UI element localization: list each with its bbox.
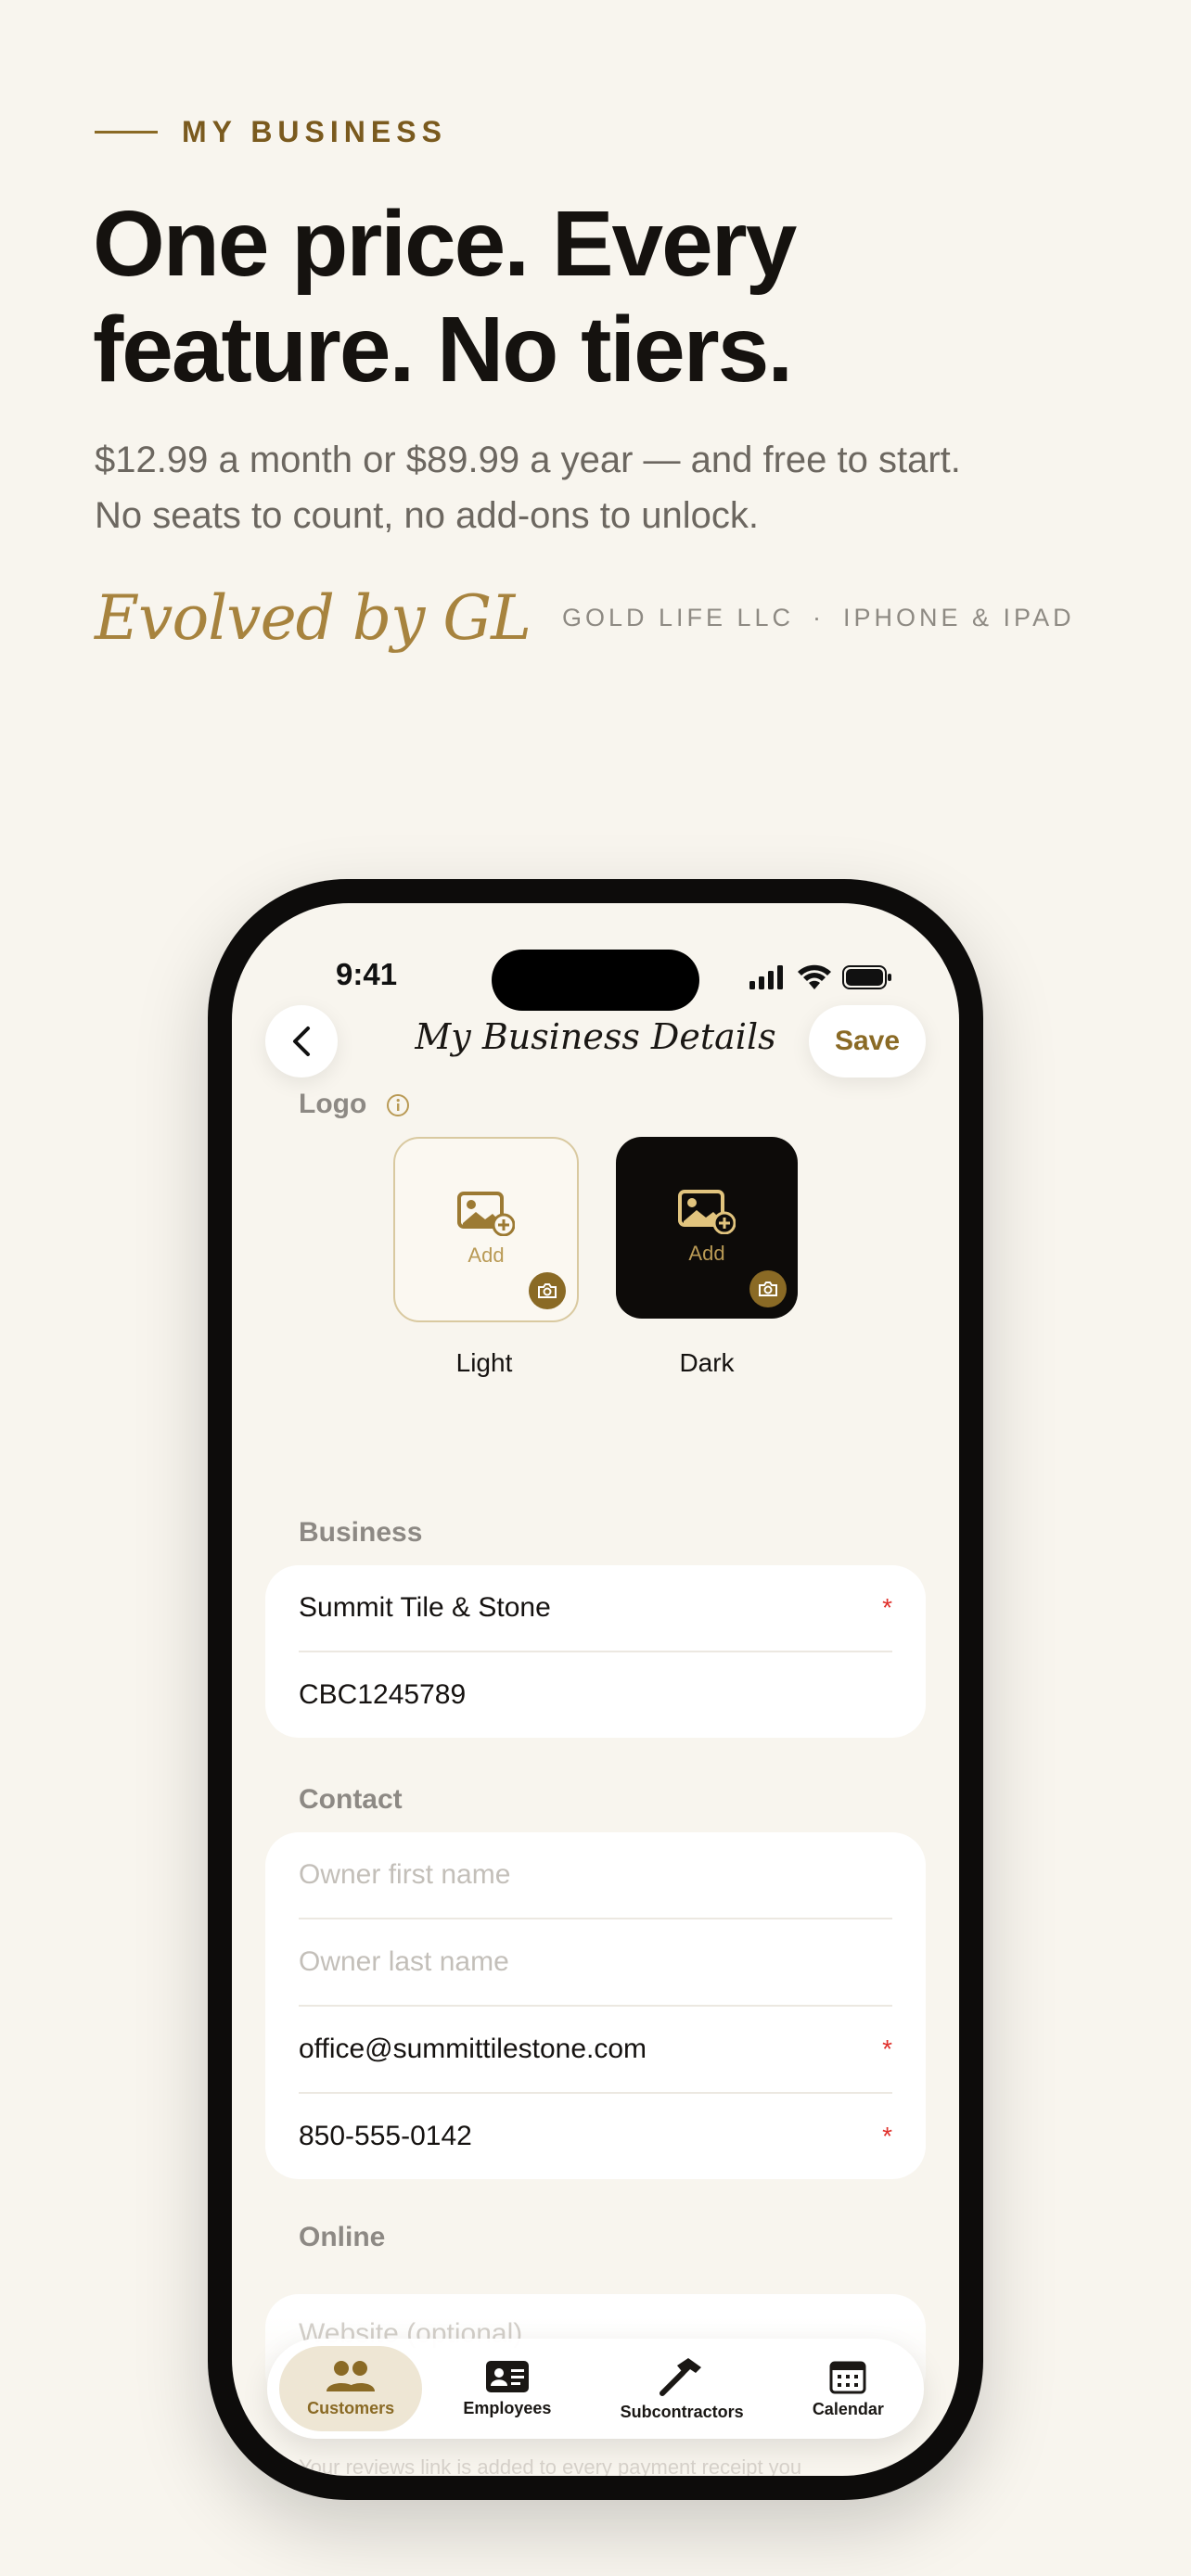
owner-last-name-placeholder: Owner last name	[299, 1946, 509, 1977]
license-number-field[interactable]: CBC1245789	[299, 1652, 892, 1738]
id-card-icon	[485, 2360, 529, 2392]
eyebrow: MY BUSINESS	[95, 115, 447, 149]
headline-line-1: One price. Every	[93, 192, 797, 296]
required-mark: *	[882, 2122, 892, 2150]
subheadline: $12.99 a month or $89.99 a year — and fr…	[95, 432, 1161, 543]
tab-label: Customers	[307, 2398, 395, 2417]
required-mark: *	[882, 1593, 892, 1622]
light-add-label: Add	[467, 1243, 505, 1267]
business-card: Summit Tile & Stone * CBC1245789	[265, 1565, 926, 1738]
phone-field[interactable]: 850-555-0142 *	[299, 2094, 892, 2179]
contact-card: Owner first name Owner last name office@…	[265, 1832, 926, 2179]
business-section-label: Business	[299, 1517, 423, 1548]
tab-label: Subcontractors	[620, 2402, 744, 2421]
eyebrow-rule	[95, 131, 158, 134]
subheadline-line-2: No seats to count, no add-ons to unlock.	[95, 495, 759, 536]
brand-meta: GOLD LIFE LLC · IPHONE & IPAD	[562, 604, 1075, 632]
add-image-icon	[457, 1192, 515, 1236]
tab-customers[interactable]: Customers	[279, 2346, 423, 2431]
status-time: 9:41	[336, 957, 398, 991]
add-image-icon	[678, 1190, 736, 1234]
online-section-label: Online	[299, 2222, 386, 2252]
brand-row: Evolved by GL GOLD LIFE LLC · IPHONE & IPA…	[95, 582, 1075, 654]
save-button[interactable]: Save	[809, 1005, 926, 1078]
light-logo-upload[interactable]: Add	[393, 1137, 579, 1322]
contact-section-label: Contact	[299, 1784, 403, 1815]
email-value: office@summittilestone.com	[299, 2034, 647, 2064]
phone-frame: 9:41 My Business Details Save Logo Add L…	[208, 879, 983, 2500]
owner-first-name-placeholder: Owner first name	[299, 1859, 511, 1890]
hammer-icon	[660, 2357, 702, 2396]
reviews-footnote: Your reviews link is added to every paym…	[299, 2455, 802, 2476]
tab-subcontractors[interactable]: Subcontractors	[593, 2346, 772, 2431]
dynamic-island	[492, 950, 699, 1011]
logo-section-label: Logo	[299, 1089, 410, 1120]
tab-bar: Customers Employees Subcontractors Calen…	[267, 2339, 924, 2439]
signal-icon	[749, 965, 783, 989]
tab-label: Calendar	[812, 2399, 884, 2418]
light-caption: Light	[455, 1348, 513, 1377]
license-number-value: CBC1245789	[299, 1679, 467, 1710]
company-name: GOLD LIFE LLC	[561, 604, 795, 631]
dark-camera-button[interactable]	[749, 1270, 787, 1307]
calendar-icon	[829, 2361, 866, 2393]
eyebrow-text: MY BUSINESS	[182, 115, 447, 148]
owner-last-name-field[interactable]: Owner last name	[299, 1919, 892, 2007]
platforms: IPHONE & IPAD	[843, 604, 1075, 631]
owner-first-name-field[interactable]: Owner first name	[299, 1832, 892, 1919]
business-name-field[interactable]: Summit Tile & Stone *	[299, 1565, 892, 1652]
camera-icon	[538, 1283, 557, 1298]
meta-separator: ·	[813, 604, 826, 631]
headline: One price. Every feature. No tiers.	[93, 191, 1113, 402]
light-camera-button[interactable]	[529, 1272, 566, 1309]
dark-logo-upload[interactable]: Add	[616, 1137, 798, 1319]
business-name-value: Summit Tile & Stone	[299, 1592, 551, 1623]
headline-line-2: feature. No tiers.	[93, 298, 793, 402]
camera-icon	[759, 1282, 777, 1296]
tab-employees[interactable]: Employees	[435, 2346, 579, 2431]
subheadline-line-1: $12.99 a month or $89.99 a year — and fr…	[95, 440, 961, 480]
phone-screen: 9:41 My Business Details Save Logo Add L…	[232, 903, 959, 2476]
brand-signature: Evolved by GL	[95, 582, 531, 654]
tab-label: Employees	[463, 2398, 552, 2417]
dark-add-label: Add	[688, 1242, 725, 1265]
battery-icon	[842, 965, 891, 989]
dark-caption: Dark	[679, 1348, 735, 1377]
tab-calendar[interactable]: Calendar	[785, 2346, 912, 2431]
phone-value: 850-555-0142	[299, 2121, 472, 2151]
status-icons	[749, 964, 892, 990]
required-mark: *	[882, 2034, 892, 2063]
wifi-icon	[798, 964, 831, 989]
info-icon[interactable]	[386, 1093, 410, 1117]
customers-icon	[327, 2360, 376, 2391]
logo-label: Logo	[299, 1089, 367, 1119]
email-field[interactable]: office@summittilestone.com *	[299, 2007, 892, 2094]
